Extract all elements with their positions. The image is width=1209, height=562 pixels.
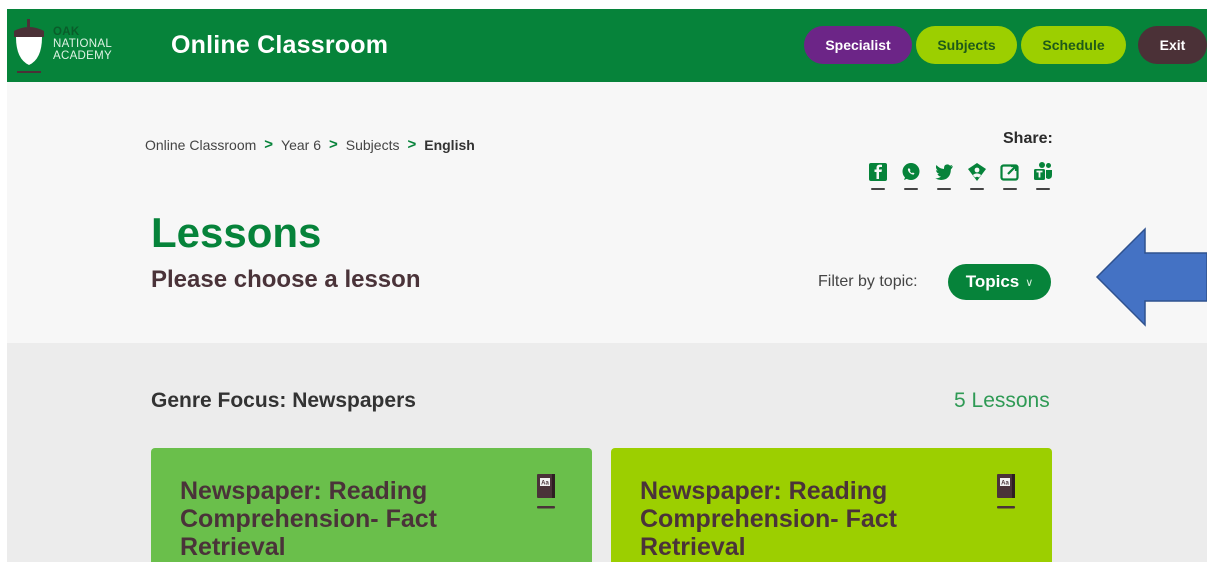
lesson-card-title: Newspaper: Reading Comprehension- Fact R… — [180, 477, 437, 561]
breadcrumb-current-english: English — [424, 136, 475, 153]
exit-button[interactable]: Exit — [1138, 26, 1207, 64]
top-navigation-bar: OAK NATIONAL ACADEMY Online Classroom Sp… — [7, 9, 1207, 82]
acorn-logo-icon[interactable] — [11, 15, 47, 79]
topics-filter-dropdown[interactable]: Topics ∨ — [948, 264, 1051, 300]
filter-label: Filter by topic: — [818, 273, 918, 290]
svg-text:Aa: Aa — [541, 481, 549, 487]
svg-text:Aa: Aa — [1001, 481, 1009, 487]
logo-wordmark: OAK NATIONAL ACADEMY — [53, 26, 112, 62]
logo-line-academy: ACADEMY — [53, 50, 112, 62]
logo-line-national: NATIONAL — [53, 38, 113, 50]
schedule-button[interactable]: Schedule — [1021, 26, 1126, 64]
share-label: Share: — [1003, 130, 1053, 147]
logo-line-oak: OAK — [53, 26, 80, 38]
copy-link-icon[interactable] — [999, 161, 1021, 191]
share-icons — [867, 161, 1054, 191]
specialist-button[interactable]: Specialist — [804, 26, 912, 64]
twitter-icon[interactable] — [933, 161, 955, 191]
book-icon: Aa — [997, 474, 1015, 509]
subjects-button[interactable]: Subjects — [916, 26, 1017, 64]
browser-page: OAK NATIONAL ACADEMY Online Classroom Sp… — [7, 9, 1207, 562]
breadcrumb: Online Classroom > Year 6 > Subjects > E… — [145, 136, 475, 153]
teams-icon[interactable] — [1032, 161, 1054, 191]
whatsapp-icon[interactable] — [900, 161, 922, 191]
lesson-card[interactable]: Newspaper: Reading Comprehension- Fact R… — [611, 448, 1052, 562]
breadcrumb-year-6[interactable]: Year 6 — [281, 137, 321, 153]
annotation-arrow-icon — [1095, 227, 1207, 327]
chevron-right-icon: > — [329, 136, 338, 153]
lesson-card[interactable]: Newspaper: Reading Comprehension- Fact R… — [151, 448, 592, 562]
page-title: Lessons — [151, 209, 322, 256]
app-title[interactable]: Online Classroom — [171, 31, 388, 60]
page-subtitle: Please choose a lesson — [151, 266, 421, 293]
facebook-icon[interactable] — [867, 161, 889, 191]
chevron-down-icon: ∨ — [1025, 276, 1034, 289]
unit-title: Genre Focus: Newspapers — [151, 389, 416, 412]
topics-button-label: Topics — [965, 272, 1020, 291]
book-icon: Aa — [537, 474, 555, 509]
google-classroom-icon[interactable] — [966, 161, 988, 191]
chevron-right-icon: > — [264, 136, 274, 153]
lesson-count: 5 Lessons — [954, 389, 1050, 412]
chevron-right-icon: > — [407, 136, 417, 153]
breadcrumb-online-classroom[interactable]: Online Classroom — [145, 137, 256, 153]
lesson-card-title: Newspaper: Reading Comprehension- Fact R… — [640, 477, 897, 561]
breadcrumb-subjects[interactable]: Subjects — [346, 137, 400, 153]
